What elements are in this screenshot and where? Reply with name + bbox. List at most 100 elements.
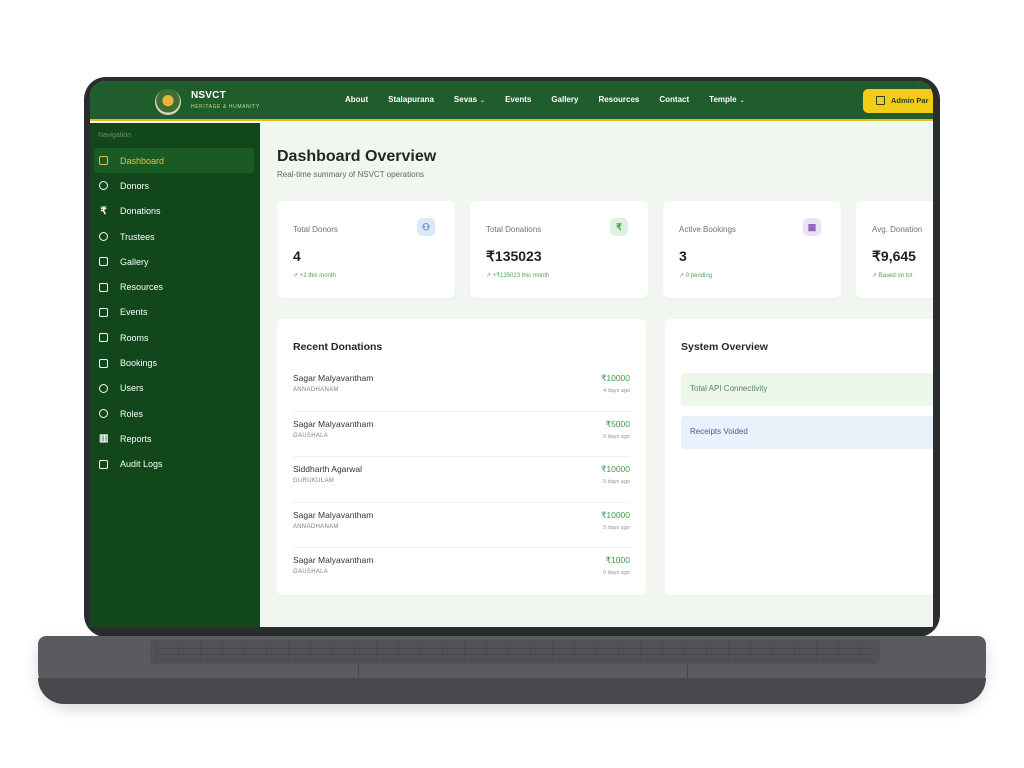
sidebar-item-roles[interactable]: Roles (94, 401, 254, 426)
users-icon: ⚇ (417, 218, 435, 236)
sidebar-item-dashboard[interactable]: Dashboard (94, 148, 254, 174)
sidebar-item-label: Roles (120, 408, 144, 419)
donation-time: 4 days ago (603, 388, 630, 394)
donor-name: Siddharth Agarwal (293, 464, 362, 474)
users-icon (99, 383, 108, 393)
stat-value: 3 (679, 248, 687, 264)
system-status-receipts-voided: Receipts Voided (681, 416, 933, 449)
donation-amount: ₹10000 (600, 464, 630, 474)
stat-trend: ↗ +₹135023 this month (486, 273, 550, 279)
recent-donations-panel: Recent Donations Sagar Malyavantham ANNA… (277, 319, 646, 595)
sidebar-item-label: Dashboard (120, 155, 165, 166)
nav-link-stalapurana[interactable]: Stalapurana (388, 95, 434, 104)
sidebar-heading: Navigation (98, 132, 132, 139)
sidebar-item-donations[interactable]: ₹ Donations (94, 199, 254, 224)
nav-link-label: Events (505, 95, 532, 104)
calendar-icon (99, 307, 108, 317)
donation-category: GURUKULAM (293, 478, 335, 484)
page-subtitle: Real-time summary of NSVCT operations (277, 170, 425, 179)
nav-link-gallery[interactable]: Gallery (551, 95, 578, 104)
shield-icon (99, 409, 108, 419)
sidebar-item-label: Donors (120, 180, 150, 191)
donor-name: Sagar Malyavantham (293, 418, 374, 429)
rupee-icon: ₹ (610, 218, 628, 236)
panel-title: System Overview (681, 341, 768, 353)
main-content: Dashboard Overview Real-time summary of … (260, 123, 933, 627)
stat-trend: ↗ 0 pending (679, 273, 713, 279)
sidebar-item-label: Donations (120, 206, 161, 217)
booking-icon (99, 358, 108, 368)
sidebar-item-gallery[interactable]: Gallery (94, 249, 254, 274)
nav-link-events[interactable]: Events (505, 95, 531, 104)
donation-row[interactable]: Sagar Malyavantham GAUSHALA ₹5000 5 days… (293, 412, 630, 457)
brand-name[interactable]: NSVCT (191, 90, 226, 101)
nav-link-label: Gallery (551, 95, 579, 104)
brand-tagline: HERITAGE & HUMANITY (191, 104, 260, 110)
donation-category: ANNADHANAM (293, 523, 339, 530)
sidebar-item-label: Reports (120, 433, 152, 444)
donation-time: 6 days ago (603, 570, 630, 576)
donation-row[interactable]: Siddharth Agarwal GURUKULAM ₹10000 5 day… (293, 457, 630, 503)
donor-name: Sagar Malyavantham (293, 509, 374, 520)
sidebar-item-rooms[interactable]: Rooms (94, 325, 254, 350)
donation-amount: ₹10000 (600, 373, 630, 383)
stat-card-total-donors[interactable]: Total Donors ⚇ 4 ↗ +2 this month (277, 201, 455, 298)
nav-link-label: Stalapurana (388, 95, 434, 104)
stat-label: Active Bookings (679, 225, 736, 234)
stat-card-total-donations[interactable]: Total Donations ₹ ₹135023 ↗ +₹135023 thi… (470, 201, 648, 298)
admin-panel-button[interactable]: Admin Par (863, 89, 933, 113)
donation-time: 5 days ago (603, 479, 630, 485)
nav-link-sevas[interactable]: Sevas ⌄ (454, 95, 485, 104)
donation-row[interactable]: Sagar Malyavantham GAUSHALA ₹1000 6 days… (293, 548, 630, 594)
sidebar: Navigation Dashboard Donors ₹ Donations T… (90, 123, 260, 627)
stat-label: Total Donors (293, 225, 338, 234)
stat-value: ₹135023 (486, 248, 542, 264)
nav-link-resources[interactable]: Resources (598, 95, 639, 104)
calendar-icon: ▦ (803, 218, 821, 236)
sidebar-item-resources[interactable]: Resources (94, 274, 254, 299)
system-status-api-connectivity: Total API Connectivity (681, 373, 933, 406)
donation-list: Sagar Malyavantham ANNADHANAM ₹10000 4 d… (293, 366, 630, 594)
nav-link-label: Contact (659, 95, 690, 104)
admin-panel-label: Admin Par (891, 96, 929, 105)
system-overview-panel: System Overview Total API Connectivity R… (665, 319, 933, 595)
nav-link-about[interactable]: About (345, 95, 368, 104)
dashboard-icon (99, 156, 108, 166)
stat-card-active-bookings[interactable]: Active Bookings ▦ 3 ↗ 0 pending (663, 201, 841, 298)
donor-name: Sagar Malyavantham (293, 373, 374, 383)
laptop-keyboard (150, 640, 880, 664)
nav-link-label: Sevas (453, 95, 478, 104)
donation-row[interactable]: Sagar Malyavantham ANNADHANAM ₹10000 4 d… (293, 366, 630, 412)
sidebar-item-label: Audit Logs (120, 459, 163, 470)
image-icon (99, 257, 108, 267)
file-text-icon (99, 459, 108, 469)
nav-link-temple[interactable]: Temple ⌄ (709, 95, 744, 104)
stat-label: Total Donations (486, 225, 542, 234)
sidebar-item-donors[interactable]: Donors (94, 173, 254, 198)
nav-link-contact[interactable]: Contact (659, 95, 689, 104)
dashboard-icon (876, 96, 885, 105)
sidebar-item-reports[interactable]: ▥ Reports (94, 426, 254, 451)
donation-row[interactable]: Sagar Malyavantham ANNADHANAM ₹10000 5 d… (293, 503, 630, 548)
donation-category: GAUSHALA (293, 569, 329, 575)
chevron-down-icon: ⌄ (480, 98, 486, 104)
stat-card-avg-donation[interactable]: Avg. Donation ₹9,645 ↗ Based on tot (856, 201, 933, 298)
top-navbar: NSVCT HERITAGE & HUMANITY About Stalapur… (90, 81, 933, 121)
stat-value: 4 (293, 248, 301, 264)
rupee-icon: ₹ (100, 205, 107, 217)
sidebar-item-bookings[interactable]: Bookings (94, 350, 254, 375)
sidebar-item-events[interactable]: Events (94, 300, 254, 325)
sidebar-item-label: Events (120, 307, 148, 318)
bar-chart-icon: ▥ (99, 433, 109, 445)
sidebar-item-trustees[interactable]: Trustees (94, 224, 254, 249)
sidebar-item-audit-logs[interactable]: Audit Logs (94, 452, 254, 477)
sidebar-item-label: Bookings (120, 358, 158, 369)
users-icon (99, 181, 108, 191)
nav-link-label: Resources (598, 95, 640, 104)
nsvct-logo-icon[interactable] (155, 89, 181, 115)
sidebar-nav: Dashboard Donors ₹ Donations Trustees Gal… (94, 148, 254, 477)
sidebar-item-label: Resources (120, 282, 164, 293)
chevron-down-icon: ⌄ (739, 98, 745, 104)
sidebar-item-users[interactable]: Users (94, 376, 254, 401)
donation-category: ANNADHANAM (293, 387, 339, 393)
